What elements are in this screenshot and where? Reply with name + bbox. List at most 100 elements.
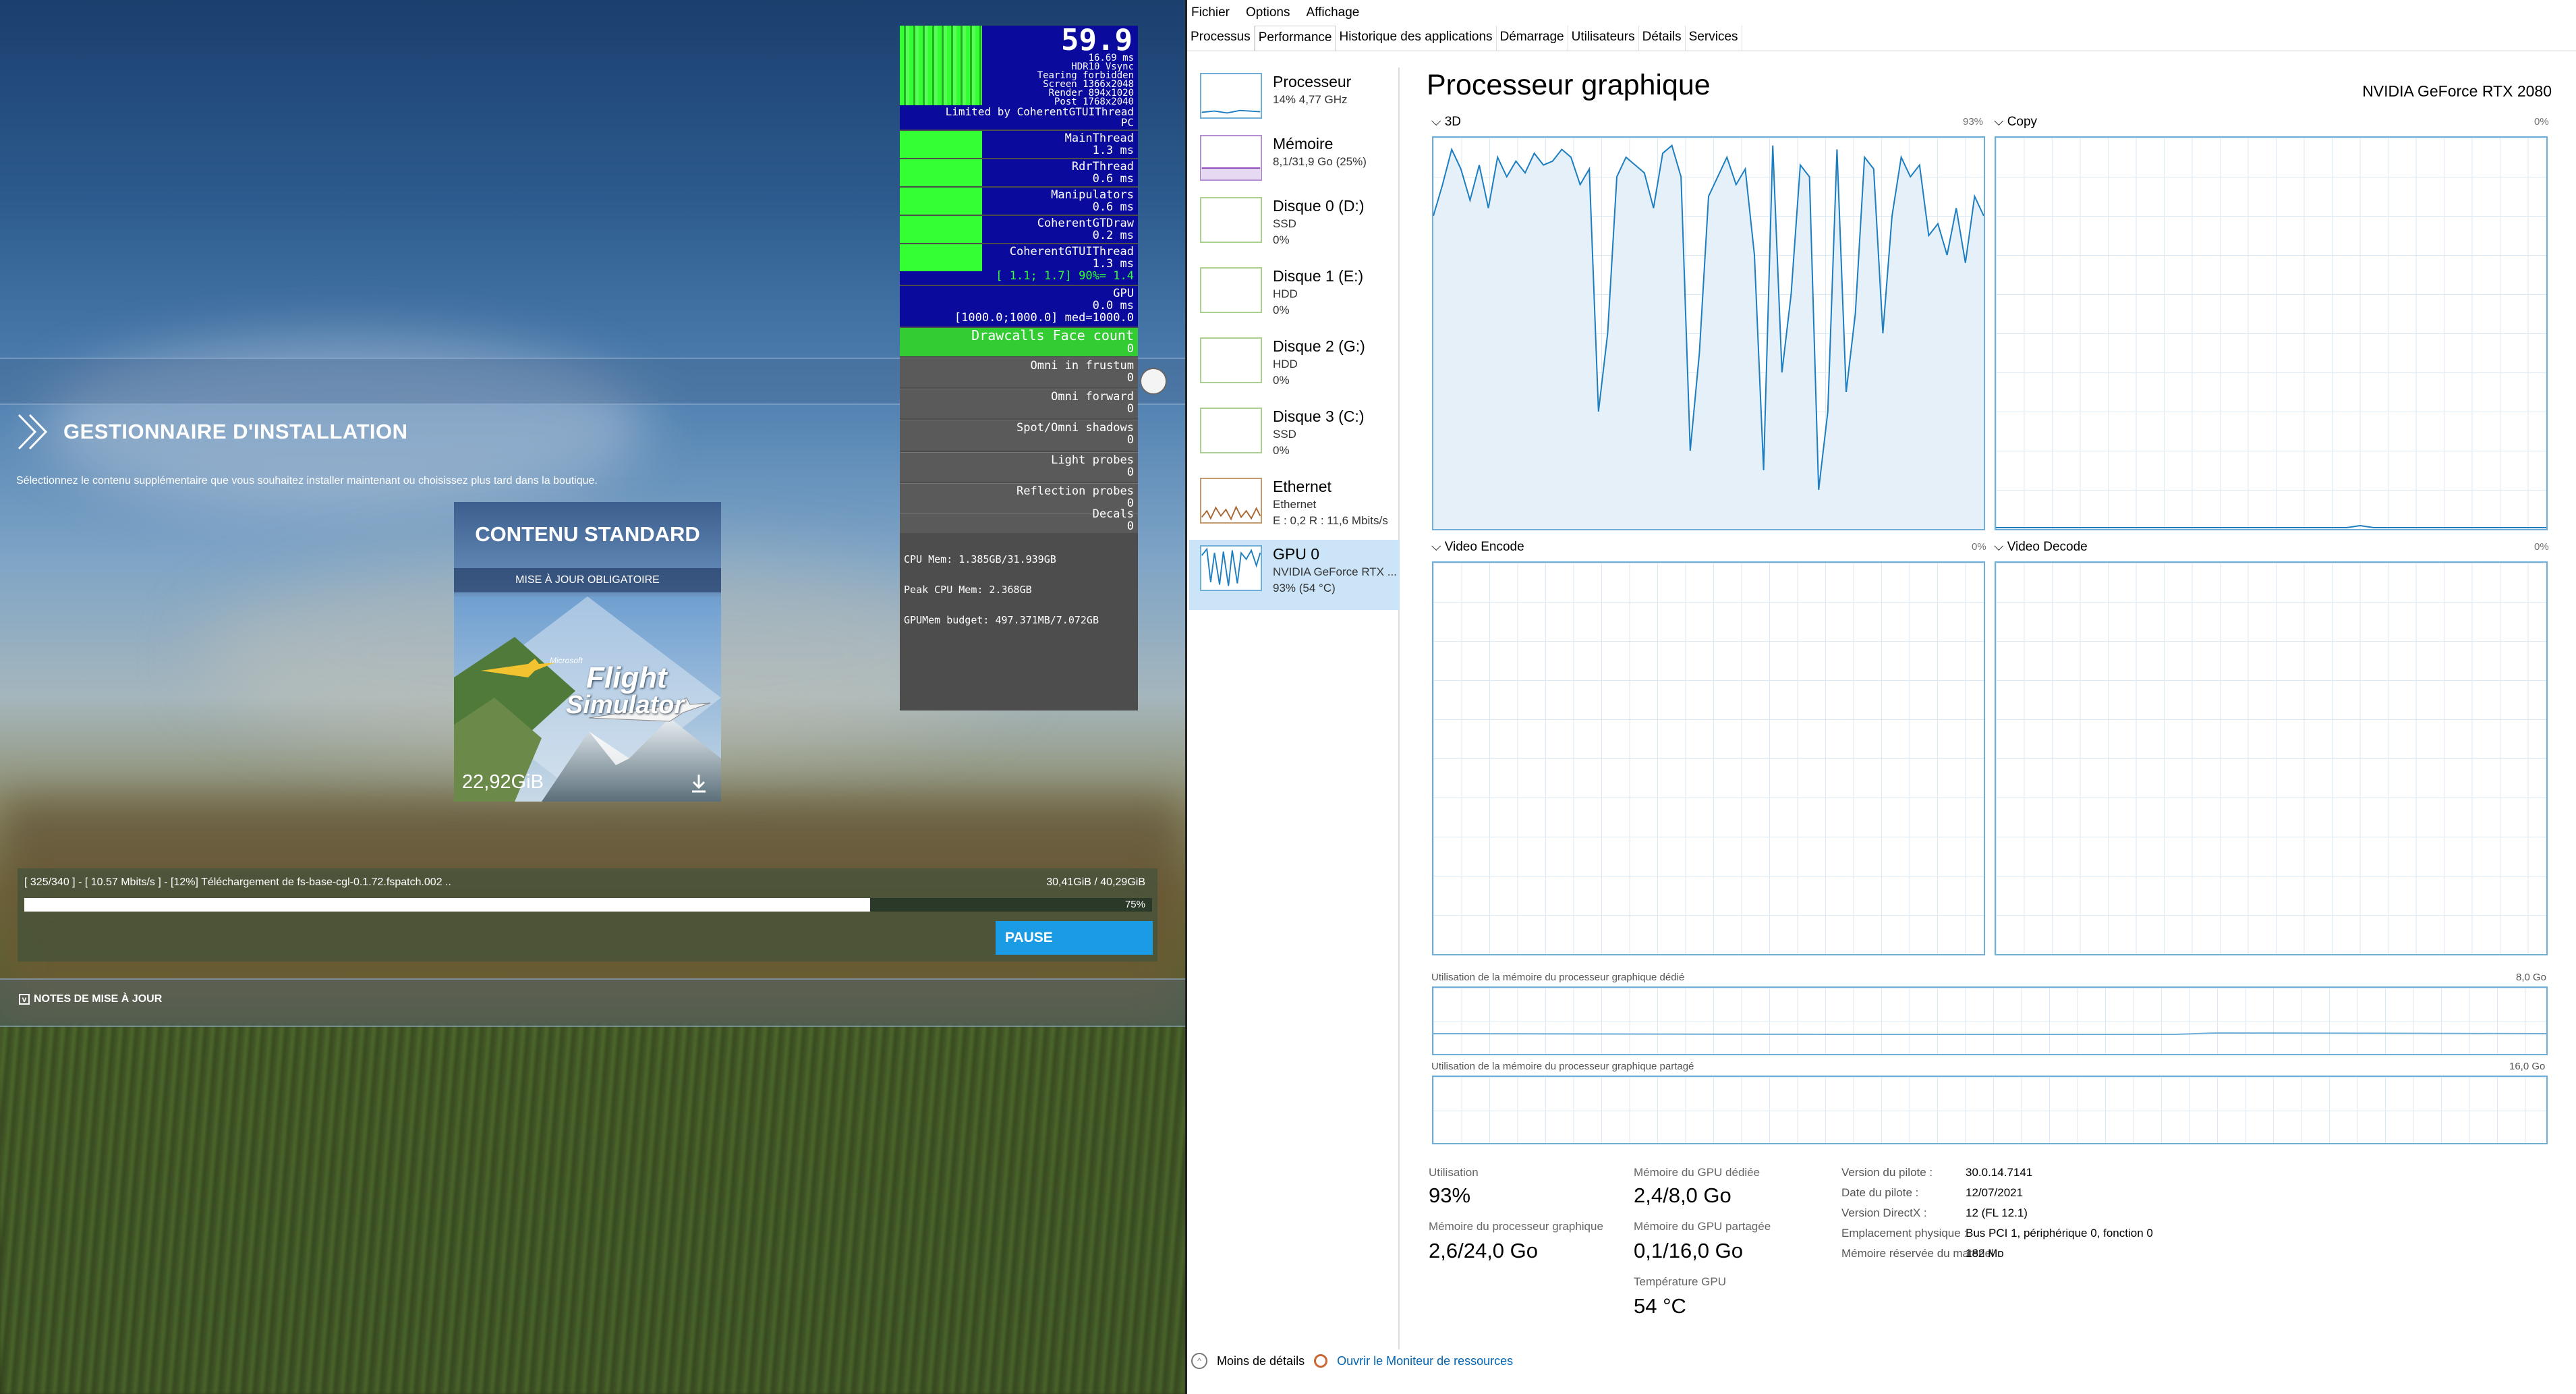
sidebar-item-detail: E : 0,2 R : 11,6 Mbits/s <box>1273 514 1388 527</box>
debug-grey-value: 0 <box>1126 466 1134 479</box>
debug-row-name: CoherentGTUIThread <box>1009 245 1134 258</box>
debug-row: MainThread 1.3 ms <box>900 131 1138 158</box>
sidebar-item-name: Disque 0 (D:) <box>1273 197 1365 215</box>
sidebar-item-ethernet[interactable]: Ethernet Ethernet E : 0,2 R : 11,6 Mbits… <box>1189 472 1400 542</box>
tab-startup[interactable]: Démarrage <box>1497 26 1568 51</box>
sidebar-item-detail: 0% <box>1273 304 1290 316</box>
shared-memory-label: Utilisation de la mémoire du processeur … <box>1431 1061 1694 1072</box>
memory-thumbnail <box>1200 135 1262 181</box>
tab-users[interactable]: Utilisateurs <box>1568 26 1639 51</box>
debug-grey-value: 0 <box>1126 433 1134 447</box>
detail-value: 12/07/2021 <box>1966 1186 2024 1199</box>
sidebar-item-detail: 0% <box>1273 444 1290 457</box>
drawcalls-label: Drawcalls Face count <box>971 327 1134 343</box>
logo-simulator: Simulator <box>566 691 685 719</box>
tab-processes[interactable]: Processus <box>1187 26 1255 51</box>
debug-row-value: 0.2 ms <box>1092 229 1134 242</box>
sidebar-item-disk2[interactable]: Disque 2 (G:) HDD 0% <box>1189 332 1400 402</box>
update-notes-label: NOTES DE MISE À JOUR <box>34 993 163 1005</box>
sidebar-item-disk3[interactable]: Disque 3 (C:) SSD 0% <box>1189 402 1400 472</box>
debug-grey-row: Omni in frustum 0 <box>900 358 1138 387</box>
debug-range: [ 1.1; 1.7] 90%= 1.4 <box>996 269 1134 283</box>
debug-row-value: 1.3 ms <box>1092 257 1134 271</box>
sidebar-item-detail: 14% 4,77 GHz <box>1273 93 1348 106</box>
logo-microsoft: Microsoft <box>550 656 583 665</box>
debug-gpu-label: GPU <box>1113 287 1134 300</box>
sidebar-item-detail: 93% (54 °C) <box>1273 582 1336 594</box>
sidebar-item-name: Processeur <box>1273 73 1352 90</box>
debug-gpu-range: [1000.0;1000.0] med=1000.0 <box>954 311 1134 325</box>
task-manager-window: Fichier Options Affichage Processus Perf… <box>1185 0 2576 1394</box>
graph-shared-memory <box>1432 1076 2548 1144</box>
footer: ^ Moins de détails Ouvrir le Moniteur de… <box>1191 1353 1513 1369</box>
performance-sidebar: Processeur 14% 4,77 GHz Mémoire 8,1/31,9… <box>1189 67 1400 1349</box>
debug-grey-row: Decals 0 <box>900 508 1138 533</box>
sidebar-item-name: GPU 0 <box>1273 545 1320 563</box>
debug-grey-name: Decals <box>1092 507 1134 521</box>
standard-content-card[interactable]: CONTENU STANDARD MISE À JOUR OBLIGATOIRE… <box>454 502 721 802</box>
download-percent: 75% <box>1124 899 1145 910</box>
mandatory-update-badge: MISE À JOUR OBLIGATOIRE <box>454 568 721 592</box>
sidebar-item-detail: 8,1/31,9 Go (25%) <box>1273 155 1367 168</box>
debug-memory: CPU Mem: 1.385GB/31.939GB Peak CPU Mem: … <box>904 534 1099 646</box>
tab-details[interactable]: Détails <box>1639 26 1686 51</box>
sidebar-item-detail: NVIDIA GeForce RTX ... <box>1273 565 1397 578</box>
tab-performance[interactable]: Performance <box>1254 26 1336 51</box>
drawcalls-value: 0 <box>1126 342 1134 356</box>
sidebar-item-gpu0[interactable]: GPU 0 NVIDIA GeForce RTX ... 93% (54 °C) <box>1189 540 1400 610</box>
debug-row-name: MainThread <box>1064 132 1134 145</box>
detail-value: 182 Mo <box>1966 1247 2004 1260</box>
fewer-details-link[interactable]: Moins de détails <box>1217 1354 1305 1368</box>
sidebar-item-cpu[interactable]: Processeur 14% 4,77 GHz <box>1189 67 1400 138</box>
avatar[interactable] <box>1140 368 1167 395</box>
install-manager-header: GESTIONNAIRE D'INSTALLATION <box>16 412 408 452</box>
sidebar-item-disk1[interactable]: Disque 1 (E:) HDD 0% <box>1189 262 1400 332</box>
sidebar-item-name: Disque 2 (G:) <box>1273 337 1365 355</box>
disk-thumbnail <box>1200 267 1262 313</box>
graph-3d <box>1432 136 1985 530</box>
debug-mem-line: Peak CPU Mem: 2.368GB <box>904 584 1032 596</box>
drawcalls-panel: Drawcalls Face count 0 <box>900 328 1138 356</box>
graph-label-3d: ⌵ 3D <box>1431 115 1461 129</box>
graph-dedicated-memory-plot <box>1433 1032 2546 1035</box>
page-title: GESTIONNAIRE D'INSTALLATION <box>63 420 408 443</box>
debug-overlay: 59.9 16.69 ms HDR10 Vsync Tearing forbid… <box>900 26 1138 710</box>
download-icon[interactable] <box>690 773 708 793</box>
debug-row-name: Manipulators <box>1051 188 1134 202</box>
sidebar-item-detail: HDD <box>1273 287 1298 300</box>
graph-pct-3d: 93% <box>1963 116 1984 128</box>
graph-pct-video-decode: 0% <box>2534 541 2549 553</box>
download-progress-fill <box>24 898 870 912</box>
debug-grey-value: 0 <box>1126 402 1134 416</box>
sidebar-item-name: Disque 3 (C:) <box>1273 408 1365 425</box>
menu-options[interactable]: Options <box>1246 5 1290 20</box>
tab-services[interactable]: Services <box>1686 26 1742 51</box>
pause-button[interactable]: PAUSE <box>996 921 1153 955</box>
download-progress-bar: 75% <box>24 898 1152 912</box>
game-window: GESTIONNAIRE D'INSTALLATION Sélectionnez… <box>0 0 1185 1394</box>
detail-value: Bus PCI 1, périphérique 0, fonction 0 <box>1966 1227 2153 1239</box>
resource-monitor-link[interactable]: Ouvrir le Moniteur de ressources <box>1337 1354 1513 1368</box>
sidebar-item-detail: SSD <box>1273 428 1296 441</box>
menu-file[interactable]: Fichier <box>1191 5 1230 20</box>
debug-mem-line: CPU Mem: 1.385GB/31.939GB <box>904 553 1056 565</box>
detail-key: Version DirectX : <box>1841 1206 1927 1219</box>
stat-utilization-label: Utilisation <box>1429 1166 1479 1179</box>
dedicated-memory-label: Utilisation de la mémoire du processeur … <box>1431 972 1685 983</box>
back-chevron-icon[interactable] <box>16 412 53 451</box>
sidebar-item-name: Ethernet <box>1273 478 1332 495</box>
detail-key: Emplacement physique : <box>1841 1227 1968 1239</box>
sidebar-item-memory[interactable]: Mémoire 8,1/31,9 Go (25%) <box>1189 130 1400 200</box>
page-title: Processeur graphique <box>1427 69 1711 101</box>
chevron-up-icon[interactable]: ^ <box>1191 1353 1207 1369</box>
stat-temperature-value: 54 °C <box>1634 1294 1686 1318</box>
menu-view[interactable]: Affichage <box>1307 5 1360 20</box>
detail-key: Date du pilote : <box>1841 1186 1919 1199</box>
stat-dedicated-label: Mémoire du GPU dédiée <box>1634 1166 1761 1179</box>
sidebar-item-disk0[interactable]: Disque 0 (D:) SSD 0% <box>1189 192 1400 262</box>
update-notes-toggle[interactable]: v NOTES DE MISE À JOUR <box>19 993 162 1005</box>
sidebar-item-detail: 0% <box>1273 233 1290 246</box>
tab-app-history[interactable]: Historique des applications <box>1336 26 1497 51</box>
disk-thumbnail <box>1200 408 1262 453</box>
graph-copy <box>1995 136 2548 530</box>
